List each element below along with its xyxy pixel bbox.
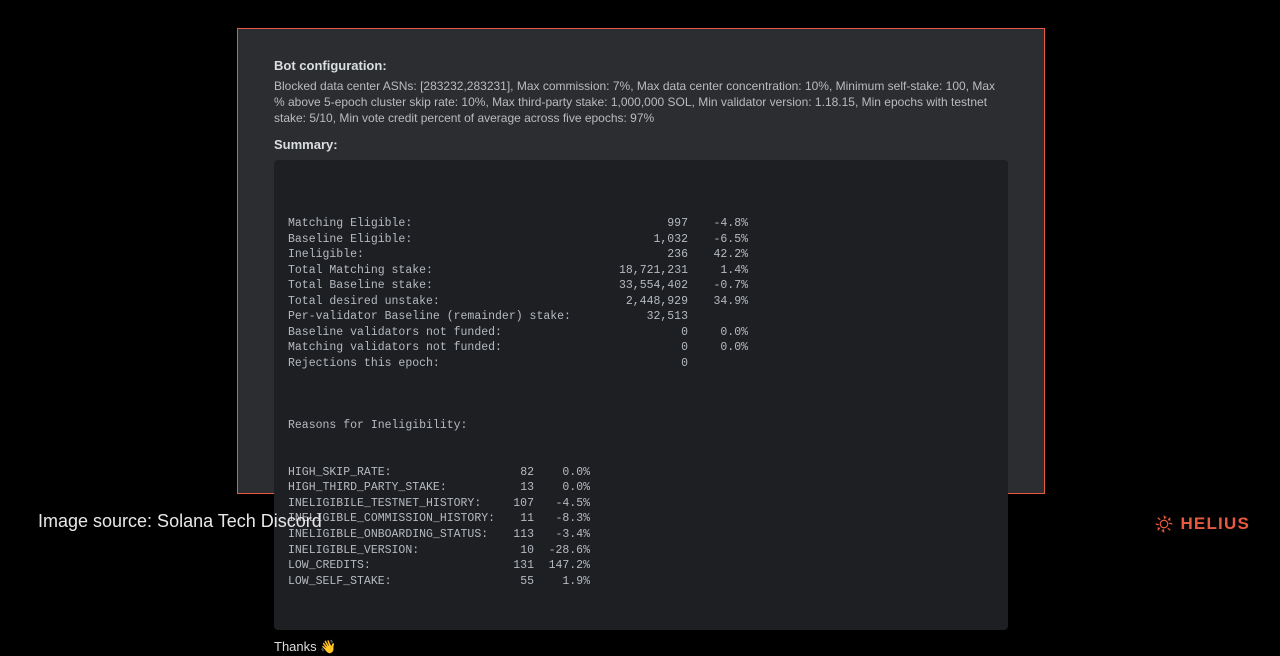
summary-label: Ineligible: bbox=[288, 247, 588, 263]
summary-row: Total Baseline stake:33,554,402-0.7% bbox=[288, 278, 994, 294]
ineligibility-pct: -4.5% bbox=[534, 496, 590, 512]
helius-logo: HELIUS bbox=[1154, 514, 1250, 534]
discord-message-panel: Bot configuration: Blocked data center A… bbox=[237, 28, 1045, 494]
helius-icon bbox=[1154, 514, 1174, 534]
summary-label: Baseline Eligible: bbox=[288, 232, 588, 248]
ineligibility-pct: 1.9% bbox=[534, 574, 590, 590]
summary-count: 236 bbox=[588, 247, 688, 263]
ineligibility-count: 55 bbox=[498, 574, 534, 590]
summary-count: 18,721,231 bbox=[588, 263, 688, 279]
summary-row: Rejections this epoch:0 bbox=[288, 356, 994, 372]
ineligibility-count: 82 bbox=[498, 465, 534, 481]
summary-pct: 42.2% bbox=[688, 247, 748, 263]
ineligibility-label: INELIGIBLE_VERSION: bbox=[288, 543, 498, 559]
summary-label: Per-validator Baseline (remainder) stake… bbox=[288, 309, 588, 325]
ineligibility-pct: 0.0% bbox=[534, 480, 590, 496]
summary-count: 0 bbox=[588, 340, 688, 356]
summary-count: 33,554,402 bbox=[588, 278, 688, 294]
summary-count: 1,032 bbox=[588, 232, 688, 248]
ineligibility-row: INELIGIBLE_ONBOARDING_STATUS:113-3.4% bbox=[288, 527, 994, 543]
config-text: Blocked data center ASNs: [283232,283231… bbox=[274, 78, 1008, 127]
thanks-text: Thanks 👋 bbox=[274, 638, 1008, 656]
ineligibility-row: HIGH_THIRD_PARTY_STAKE:130.0% bbox=[288, 480, 994, 496]
ineligibility-count: 113 bbox=[498, 527, 534, 543]
ineligibility-label: HIGH_THIRD_PARTY_STAKE: bbox=[288, 480, 498, 496]
ineligibility-label: INELIGIBILE_TESTNET_HISTORY: bbox=[288, 496, 498, 512]
summary-pct: -4.8% bbox=[688, 216, 748, 232]
summary-label: Baseline validators not funded: bbox=[288, 325, 588, 341]
summary-pct: -6.5% bbox=[688, 232, 748, 248]
summary-row: Baseline validators not funded:00.0% bbox=[288, 325, 994, 341]
copy-icon[interactable] bbox=[984, 168, 998, 182]
summary-row: Total Matching stake:18,721,2311.4% bbox=[288, 263, 994, 279]
summary-label: Matching Eligible: bbox=[288, 216, 588, 232]
summary-section: Matching Eligible:997-4.8%Baseline Eligi… bbox=[288, 216, 994, 371]
ineligibility-label: LOW_CREDITS: bbox=[288, 558, 498, 574]
ineligibility-pct: -28.6% bbox=[534, 543, 590, 559]
ineligibility-count: 13 bbox=[498, 480, 534, 496]
summary-pct: 0.0% bbox=[688, 325, 748, 341]
summary-row: Ineligible:23642.2% bbox=[288, 247, 994, 263]
summary-row: Baseline Eligible:1,032-6.5% bbox=[288, 232, 994, 248]
summary-count: 997 bbox=[588, 216, 688, 232]
summary-pct: 34.9% bbox=[688, 294, 748, 310]
summary-count: 0 bbox=[588, 356, 688, 372]
ineligibility-pct: 0.0% bbox=[534, 465, 590, 481]
summary-pct: 0.0% bbox=[688, 340, 748, 356]
summary-label: Total Baseline stake: bbox=[288, 278, 588, 294]
ineligibility-section: HIGH_SKIP_RATE:820.0%HIGH_THIRD_PARTY_ST… bbox=[288, 465, 994, 589]
summary-count: 0 bbox=[588, 325, 688, 341]
summary-pct: -0.7% bbox=[688, 278, 748, 294]
summary-pct: 1.4% bbox=[688, 263, 748, 279]
ineligibility-row: INELIGIBILE_TESTNET_HISTORY:107-4.5% bbox=[288, 496, 994, 512]
summary-row: Total desired unstake:2,448,92934.9% bbox=[288, 294, 994, 310]
summary-label: Total desired unstake: bbox=[288, 294, 588, 310]
code-block: Matching Eligible:997-4.8%Baseline Eligi… bbox=[274, 160, 1008, 630]
ineligibility-pct: -3.4% bbox=[534, 527, 590, 543]
summary-count: 32,513 bbox=[588, 309, 688, 325]
ineligibility-row: INELIGIBLE_COMMISSION_HISTORY:11-8.3% bbox=[288, 511, 994, 527]
summary-row: Matching validators not funded:00.0% bbox=[288, 340, 994, 356]
summary-row: Per-validator Baseline (remainder) stake… bbox=[288, 309, 994, 325]
ineligibility-pct: 147.2% bbox=[534, 558, 590, 574]
ineligibility-pct: -8.3% bbox=[534, 511, 590, 527]
ineligibility-count: 10 bbox=[498, 543, 534, 559]
summary-label: Matching validators not funded: bbox=[288, 340, 588, 356]
summary-label: Total Matching stake: bbox=[288, 263, 588, 279]
image-caption: Image source: Solana Tech Discord bbox=[38, 511, 322, 532]
config-heading: Bot configuration: bbox=[274, 57, 1008, 75]
ineligibility-heading: Reasons for Ineligibility: bbox=[288, 418, 994, 434]
summary-row: Matching Eligible:997-4.8% bbox=[288, 216, 994, 232]
brand-text: HELIUS bbox=[1180, 514, 1250, 534]
ineligibility-count: 11 bbox=[498, 511, 534, 527]
ineligibility-row: LOW_CREDITS:131147.2% bbox=[288, 558, 994, 574]
ineligibility-label: LOW_SELF_STAKE: bbox=[288, 574, 498, 590]
summary-heading: Summary: bbox=[274, 136, 1008, 154]
ineligibility-row: HIGH_SKIP_RATE:820.0% bbox=[288, 465, 994, 481]
summary-count: 2,448,929 bbox=[588, 294, 688, 310]
summary-label: Rejections this epoch: bbox=[288, 356, 588, 372]
ineligibility-count: 131 bbox=[498, 558, 534, 574]
ineligibility-label: HIGH_SKIP_RATE: bbox=[288, 465, 498, 481]
ineligibility-row: INELIGIBLE_VERSION:10-28.6% bbox=[288, 543, 994, 559]
ineligibility-row: LOW_SELF_STAKE:551.9% bbox=[288, 574, 994, 590]
ineligibility-count: 107 bbox=[498, 496, 534, 512]
